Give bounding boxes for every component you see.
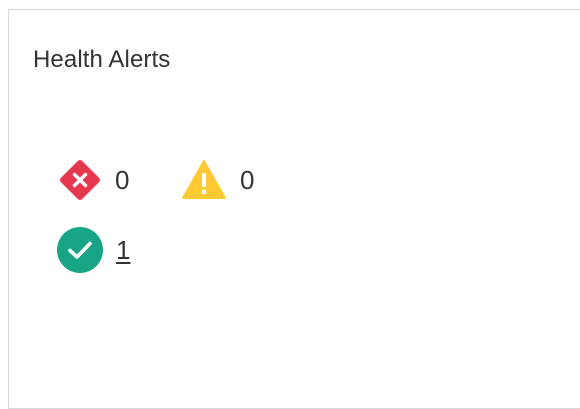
widget-title: Health Alerts xyxy=(33,46,171,73)
ok-alert-count[interactable]: 1 xyxy=(56,226,130,274)
check-circle-icon xyxy=(57,227,103,273)
error-diamond-icon xyxy=(60,160,100,200)
critical-count: 0 xyxy=(115,165,130,195)
warning-alert-count: 0 xyxy=(180,156,254,204)
warning-triangle-icon xyxy=(182,160,226,199)
ok-count-link[interactable]: 1 xyxy=(116,235,130,265)
critical-alert-count: 0 xyxy=(56,156,129,204)
health-alerts-widget: Health Alerts xyxy=(8,9,580,409)
warning-count: 0 xyxy=(240,165,255,195)
